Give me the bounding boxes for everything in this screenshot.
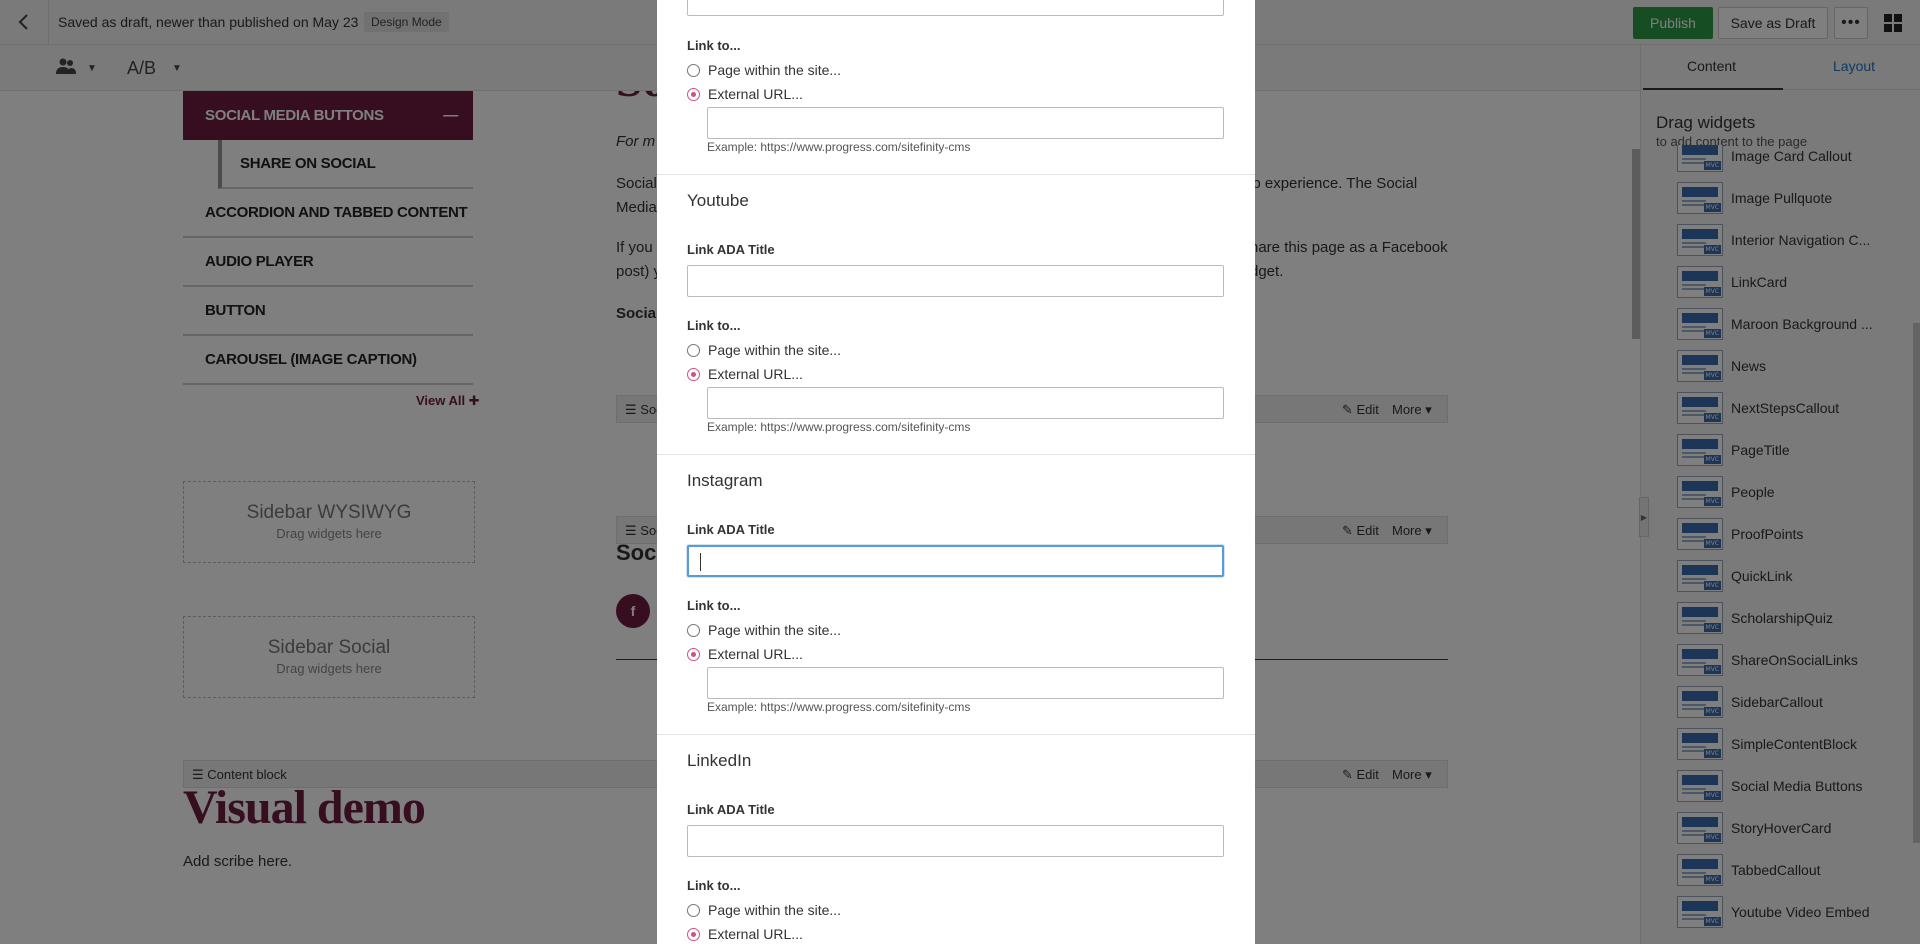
youtube-ada-title-input[interactable] — [687, 265, 1224, 297]
radio-label: External URL... — [708, 926, 803, 942]
external-url-input[interactable] — [707, 107, 1224, 139]
section-heading-linkedin: LinkedIn — [687, 751, 752, 770]
link-to-label: Link to... — [687, 878, 741, 893]
radio-icon[interactable] — [687, 623, 700, 637]
youtube-external-url-input[interactable] — [707, 387, 1224, 419]
radio-label: Page within the site... — [708, 622, 842, 638]
radio-icon[interactable] — [687, 63, 700, 77]
link-to-label: Link to... — [687, 38, 741, 53]
url-example-hint: Example: https://www.progress.com/sitefi… — [707, 140, 971, 154]
page-within-site-radio[interactable]: Page within the site... — [687, 621, 841, 639]
instagram-ada-title-input[interactable] — [687, 545, 1224, 577]
link-to-label: Link to... — [687, 318, 741, 333]
social-links-dialog: Link to... Page within the site... Exter… — [657, 0, 1255, 944]
url-example-hint: Example: https://www.progress.com/sitefi… — [707, 420, 971, 434]
radio-icon[interactable] — [687, 343, 700, 357]
page-within-site-radio[interactable]: Page within the site... — [687, 341, 841, 359]
radio-icon[interactable] — [687, 903, 700, 917]
divider — [657, 174, 1255, 175]
linkedin-ada-title-input[interactable] — [687, 825, 1224, 857]
url-example-hint: Example: https://www.progress.com/sitefi… — [707, 700, 971, 714]
radio-label: Page within the site... — [708, 342, 842, 358]
radio-checked-icon[interactable] — [687, 647, 700, 661]
external-url-radio[interactable]: External URL... — [687, 925, 803, 943]
text-cursor — [700, 553, 701, 571]
radio-label: External URL... — [708, 646, 803, 662]
radio-checked-icon[interactable] — [687, 367, 700, 381]
external-url-radio[interactable]: External URL... — [687, 85, 803, 103]
link-ada-title-input[interactable] — [687, 0, 1224, 16]
section-heading-instagram: Instagram — [687, 471, 763, 490]
radio-label: Page within the site... — [708, 62, 842, 78]
external-url-radio[interactable]: External URL... — [687, 365, 803, 383]
divider — [657, 454, 1255, 455]
radio-label: Page within the site... — [708, 902, 842, 918]
radio-checked-icon[interactable] — [687, 87, 700, 101]
link-ada-title-label: Link ADA Title — [687, 522, 775, 537]
external-url-radio[interactable]: External URL... — [687, 645, 803, 663]
radio-label: External URL... — [708, 86, 803, 102]
divider — [657, 734, 1255, 735]
radio-label: External URL... — [708, 366, 803, 382]
link-ada-title-label: Link ADA Title — [687, 802, 775, 817]
instagram-external-url-input[interactable] — [707, 667, 1224, 699]
section-heading-youtube: Youtube — [687, 191, 749, 210]
page-within-site-radio[interactable]: Page within the site... — [687, 61, 841, 79]
link-to-label: Link to... — [687, 598, 741, 613]
link-ada-title-label: Link ADA Title — [687, 242, 775, 257]
page-within-site-radio[interactable]: Page within the site... — [687, 901, 841, 919]
radio-checked-icon[interactable] — [687, 927, 700, 941]
